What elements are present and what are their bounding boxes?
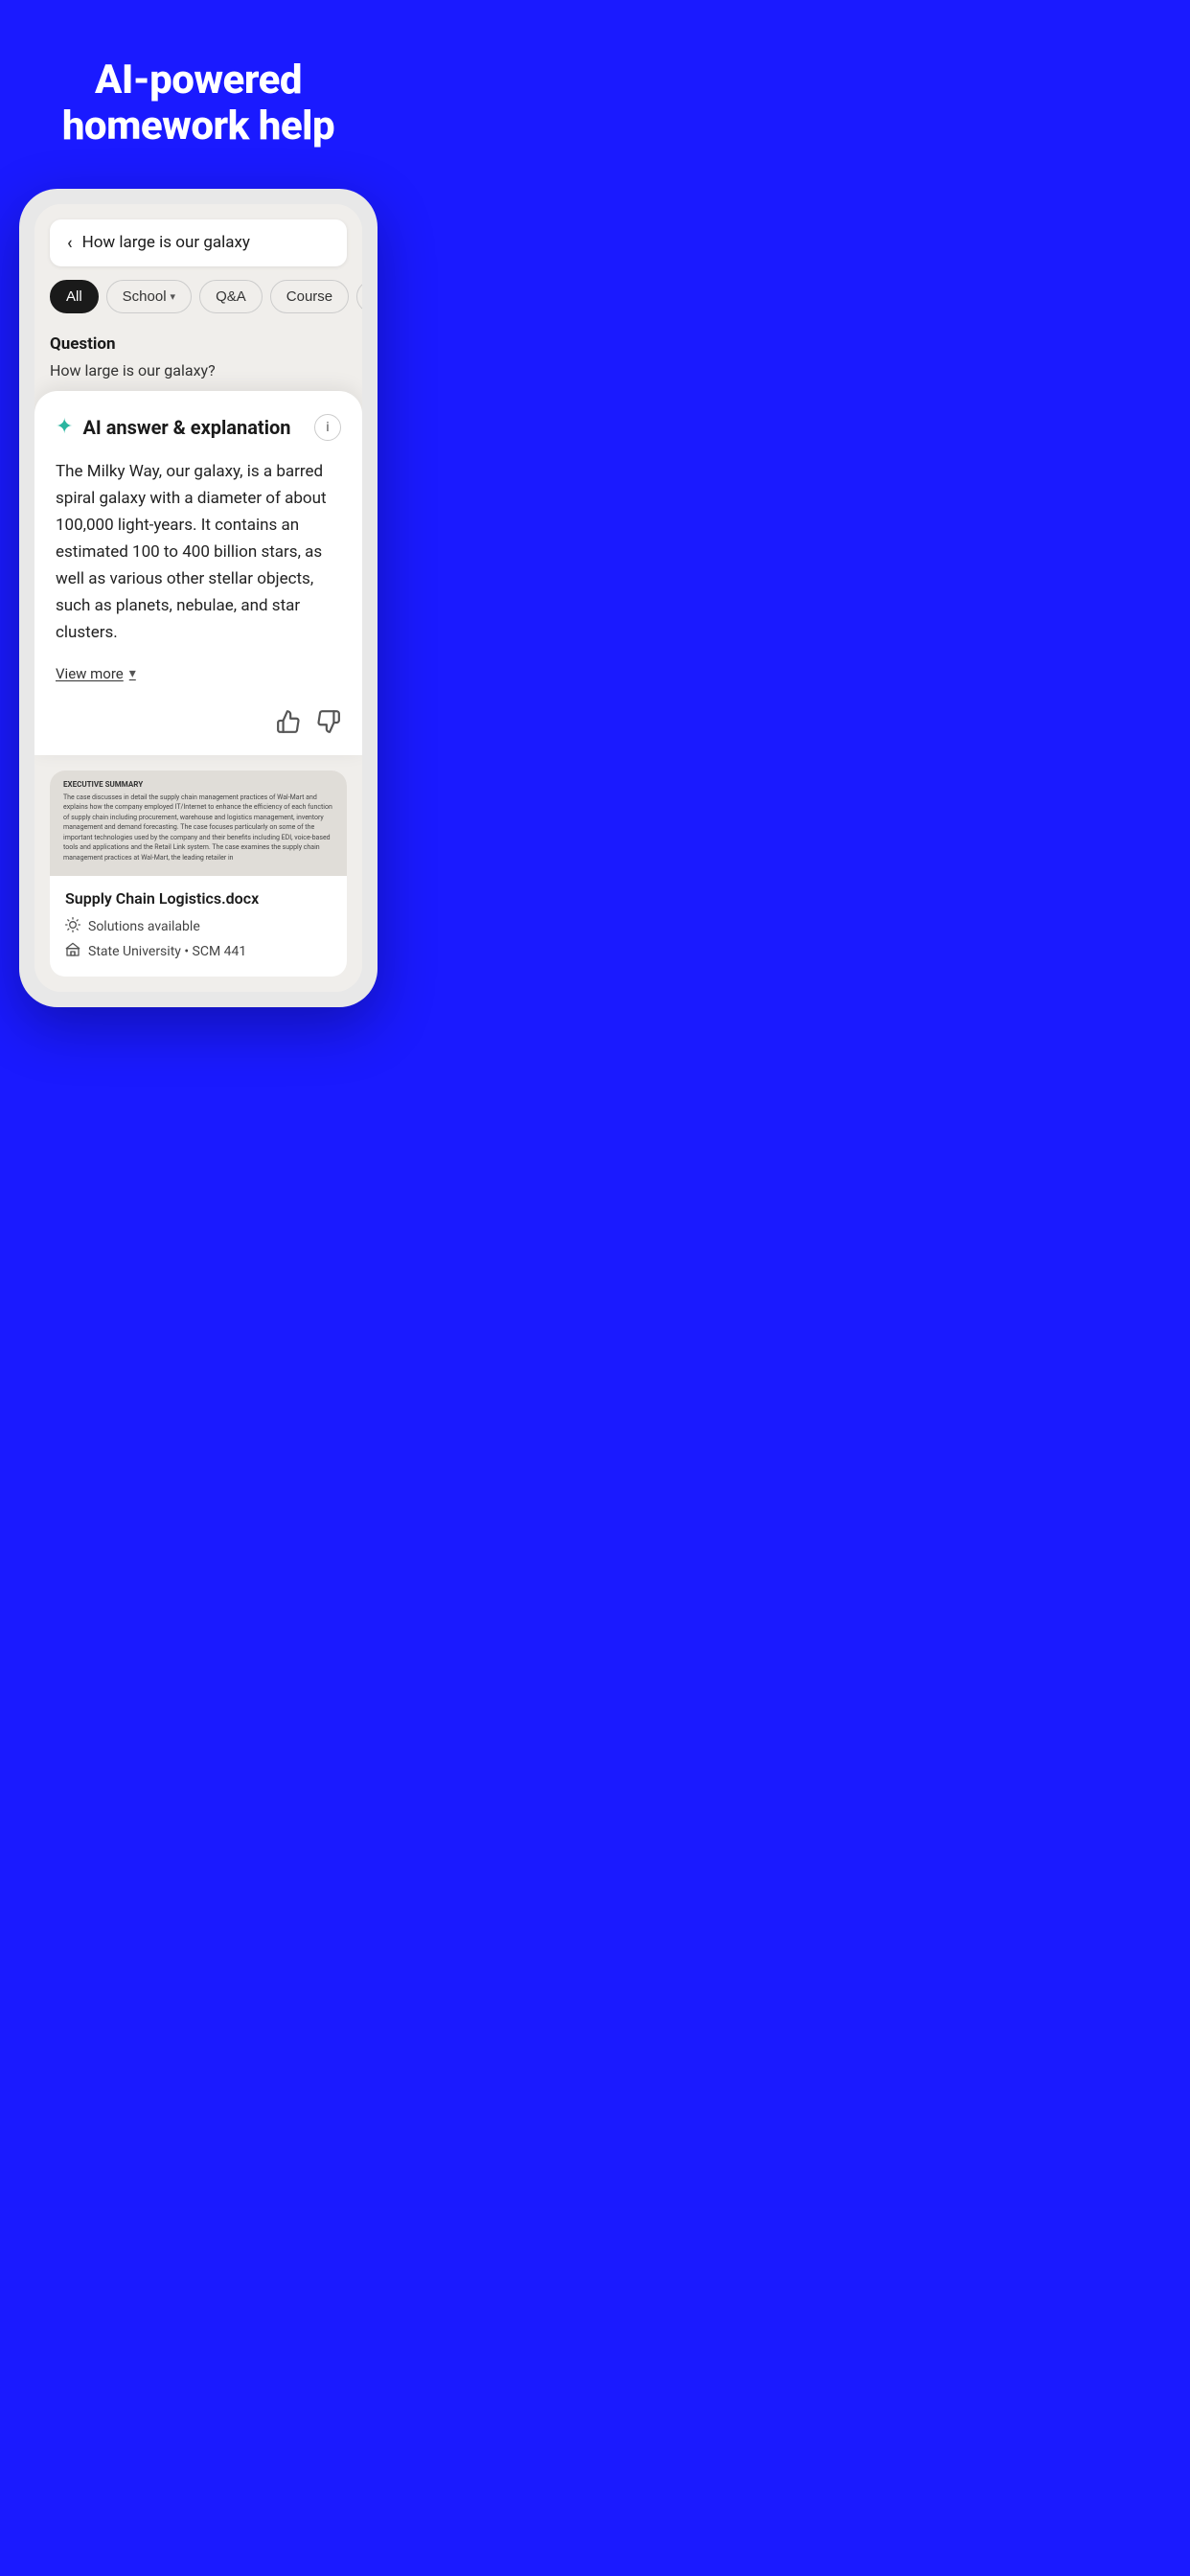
hero-section: AI-powered homework help [0,0,397,189]
back-button[interactable]: ‹ [67,233,73,253]
info-label: i [326,420,329,435]
institution-label: State University • SCM 441 [88,944,246,959]
view-more-button[interactable]: View more ▾ [56,665,341,682]
phone-screen: ‹ How large is our galaxy All School ▾ Q… [34,204,362,992]
document-info: Supply Chain Logistics.docx [50,876,347,977]
ai-answer-title: AI answer & explanation [82,416,290,439]
doc-preview-text: The case discusses in detail the supply … [63,793,333,863]
search-area: ‹ How large is our galaxy [34,204,362,266]
ai-answer-card: ✦ AI answer & explanation i The Milky Wa… [34,391,362,755]
solutions-label: Solutions available [88,919,200,934]
search-bar[interactable]: ‹ How large is our galaxy [50,219,347,266]
filter-school-label: School [123,288,167,305]
document-section: EXECUTIVE SUMMARY The case discusses in … [34,755,362,992]
question-label: Question [50,334,347,354]
thumbs-up-button[interactable] [276,709,301,740]
thumbs-down-button[interactable] [316,709,341,740]
doc-preview-title: EXECUTIVE SUMMARY [63,780,333,789]
building-icon [65,942,80,961]
phone-frame: ‹ How large is our galaxy All School ▾ Q… [19,189,378,1007]
filter-school-chip[interactable]: School ▾ [106,280,192,313]
ai-answer-header: ✦ AI answer & explanation i [56,414,341,441]
phone-mockup: ‹ How large is our galaxy All School ▾ Q… [0,189,397,1007]
filter-course-chip[interactable]: Course [270,280,349,313]
hero-title: AI-powered homework help [38,58,358,150]
filter-qa-chip[interactable]: Q&A [199,280,263,313]
solutions-row: Solutions available [65,917,332,936]
chevron-down-icon: ▾ [129,666,136,681]
question-text: How large is our galaxy? [50,361,347,380]
filter-chips-container: All School ▾ Q&A Course Assign [34,266,362,327]
filter-assign-chip[interactable]: Assign [356,280,362,313]
view-more-label: View more [56,665,124,682]
chevron-down-icon: ▾ [171,290,176,303]
document-name: Supply Chain Logistics.docx [65,889,332,908]
feedback-row [56,702,341,740]
institution-row: State University • SCM 441 [65,942,332,961]
bulb-icon [65,917,80,936]
search-query-text: How large is our galaxy [82,233,250,252]
filter-all-chip[interactable]: All [50,280,99,313]
question-section: Question How large is our galaxy? [34,327,362,399]
ai-answer-title-group: ✦ AI answer & explanation [56,415,291,439]
ai-answer-body: The Milky Way, our galaxy, is a barred s… [56,458,341,646]
document-meta: Solutions available [65,917,332,961]
document-preview: EXECUTIVE SUMMARY The case discusses in … [50,770,347,876]
document-card[interactable]: EXECUTIVE SUMMARY The case discusses in … [50,770,347,977]
info-icon[interactable]: i [314,414,341,441]
sparkle-icon: ✦ [56,415,73,439]
